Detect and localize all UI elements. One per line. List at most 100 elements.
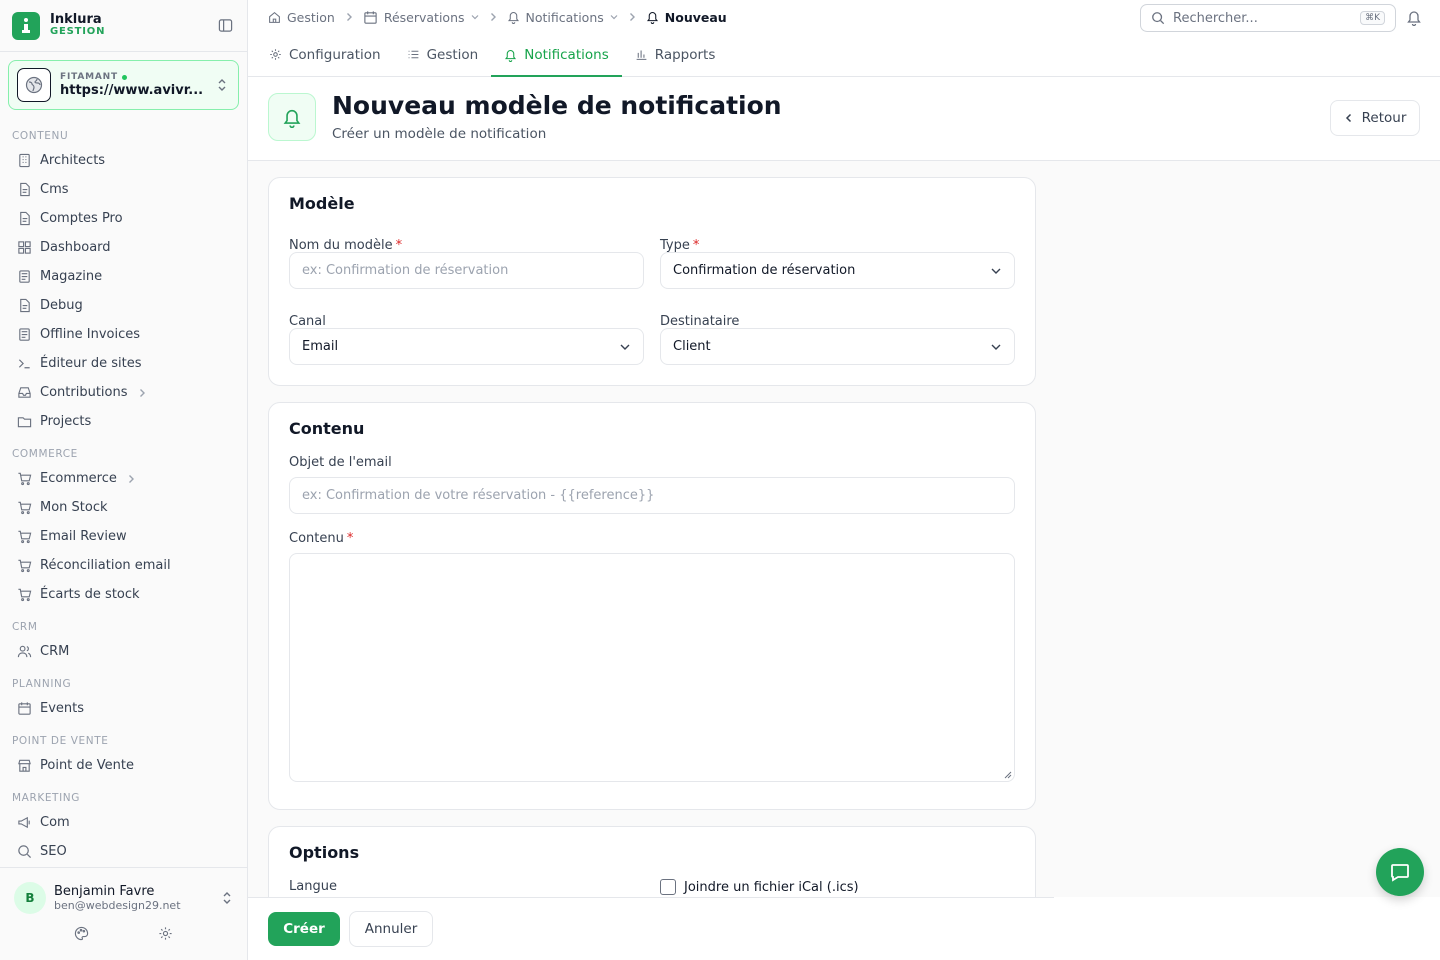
- chevron-right-icon: [138, 388, 146, 398]
- gear-icon[interactable]: [158, 926, 173, 941]
- chat-button[interactable]: [1376, 848, 1424, 896]
- sidebar-item-crm[interactable]: CRM: [0, 637, 247, 666]
- breadcrumb-item-notifications[interactable]: Notifications: [507, 10, 618, 25]
- cart-icon: [16, 529, 32, 545]
- globe-icon: [17, 68, 51, 102]
- chevron-up-down-icon: [216, 78, 230, 92]
- sidebar-item-events[interactable]: Events: [0, 694, 247, 723]
- canal-value: Email: [302, 339, 339, 354]
- sidebar-item-label: CRM: [40, 644, 70, 659]
- palette-icon[interactable]: [74, 926, 89, 941]
- sidebar-item-mon-stock[interactable]: Mon Stock: [0, 493, 247, 522]
- breadcrumb-item-gestion[interactable]: Gestion: [268, 10, 335, 25]
- search-input[interactable]: Rechercher... ⌘K: [1140, 4, 1396, 32]
- sidebar-item-label: Dashboard: [40, 240, 111, 255]
- template-name-input[interactable]: ex: Confirmation de réservation: [289, 252, 644, 289]
- cart-icon: [16, 500, 32, 516]
- sidebar-item-debug[interactable]: Debug: [0, 291, 247, 320]
- chevron-down-icon: [990, 267, 1002, 275]
- page-header: Nouveau modèle de notification Créer un …: [248, 77, 1440, 161]
- card-title: Options: [289, 843, 360, 862]
- search-icon: [1151, 11, 1165, 25]
- card-title: Contenu: [289, 419, 365, 438]
- breadcrumb-label: Réservations: [383, 9, 465, 25]
- tab-label: Gestion: [426, 46, 479, 63]
- sidebar-item-comptes-pro[interactable]: Comptes Pro: [0, 204, 247, 233]
- language-label: Langue: [289, 879, 337, 894]
- user-menu[interactable]: B Benjamin Favre ben@webdesign29.net: [0, 868, 247, 914]
- sidebar-nav: CONTENU Architects Cms Comptes Pro Dashboard…: [0, 118, 247, 866]
- sidebar-item-reconciliation-email[interactable]: Réconciliation email: [0, 551, 247, 580]
- sidebar-item-projects[interactable]: Projects: [0, 407, 247, 436]
- type-label: Type *: [660, 238, 700, 253]
- cart-icon: [16, 471, 32, 487]
- chevron-down-icon[interactable]: [471, 14, 479, 20]
- card-contenu: Contenu Objet de l'email ex: Confirmatio…: [268, 402, 1036, 810]
- page-title: Nouveau modèle de notification: [332, 91, 782, 120]
- sidebar-item-seo[interactable]: SEO: [0, 837, 247, 866]
- bell-icon[interactable]: [1406, 9, 1422, 26]
- store-icon: [16, 758, 32, 774]
- breadcrumb-label: Nouveau: [664, 9, 727, 25]
- sidebar-item-contributions[interactable]: Contributions: [0, 378, 247, 407]
- breadcrumb-item-nouveau: Nouveau: [646, 10, 727, 25]
- nav-section-title: MARKETING: [12, 792, 80, 804]
- site-switcher[interactable]: FITAMANT https://www.avivr...: [8, 60, 239, 110]
- bell-icon: [507, 10, 520, 24]
- sidebar-item-label: Magazine: [40, 269, 103, 284]
- sidebar-item-cms[interactable]: Cms: [0, 175, 247, 204]
- create-button[interactable]: Créer: [268, 912, 340, 946]
- sidebar-item-architects[interactable]: Architects: [0, 146, 247, 175]
- body-label: Contenu *: [289, 531, 354, 546]
- tab-notifications[interactable]: Notifications: [491, 34, 622, 77]
- ical-checkbox[interactable]: [660, 879, 676, 895]
- status-dot: [121, 74, 127, 80]
- sidebar-item-ecarts-de-stock[interactable]: Écarts de stock: [0, 580, 247, 609]
- sidebar-item-com[interactable]: Com: [0, 808, 247, 837]
- back-button[interactable]: Retour: [1330, 100, 1420, 136]
- sidebar-item-ecommerce[interactable]: Ecommerce: [0, 464, 247, 493]
- cancel-button[interactable]: Annuler: [349, 911, 433, 947]
- content-textarea[interactable]: [289, 553, 1015, 782]
- email-subject-placeholder: ex: Confirmation de votre réservation - …: [302, 488, 655, 503]
- sidebar-item-email-review[interactable]: Email Review: [0, 522, 247, 551]
- type-select[interactable]: Confirmation de réservation: [660, 252, 1015, 289]
- form-footer: Créer Annuler: [248, 897, 1054, 960]
- search-shortcut: ⌘K: [1360, 11, 1385, 25]
- ical-checkbox-row[interactable]: Joindre un fichier iCal (.ics): [660, 879, 859, 895]
- sidebar-item-label: Comptes Pro: [40, 211, 123, 226]
- tab-rapports[interactable]: Rapports: [622, 34, 729, 77]
- breadcrumb-label: Notifications: [525, 9, 604, 25]
- sidebar-item-magazine[interactable]: Magazine: [0, 262, 247, 291]
- recipient-select[interactable]: Client: [660, 328, 1015, 365]
- cart-icon: [16, 587, 32, 603]
- sidebar-item-editeur-de-sites[interactable]: Éditeur de sites: [0, 349, 247, 378]
- sidebar-item-label: Com: [40, 815, 70, 830]
- sidebar-toggle-icon[interactable]: [215, 16, 235, 36]
- folder-icon: [16, 414, 32, 430]
- breadcrumb-item-reservations[interactable]: Réservations: [363, 10, 479, 25]
- chevron-down-icon: [619, 343, 631, 351]
- recipient-value: Client: [673, 339, 711, 354]
- sidebar-item-point-de-vente[interactable]: Point de Vente: [0, 751, 247, 780]
- tab-label: Configuration: [289, 46, 381, 63]
- breadcrumb: Gestion Réservations Notifications Nouveau: [268, 10, 727, 25]
- brand-logo-icon[interactable]: [12, 11, 40, 40]
- sidebar-item-label: Events: [40, 701, 85, 716]
- canal-select[interactable]: Email: [289, 328, 644, 365]
- resize-handle-icon[interactable]: [1003, 770, 1012, 779]
- chevron-right-icon: [489, 12, 497, 22]
- tab-configuration[interactable]: Configuration: [256, 34, 394, 77]
- chevron-down-icon[interactable]: [610, 14, 618, 20]
- list-icon: [407, 48, 420, 61]
- nav-section-title: CONTENU: [12, 130, 69, 142]
- tab-gestion[interactable]: Gestion: [394, 34, 492, 77]
- grid-icon: [16, 240, 32, 256]
- users-icon: [16, 644, 32, 660]
- sidebar-item-dashboard[interactable]: Dashboard: [0, 233, 247, 262]
- sidebar-item-offline-invoices[interactable]: Offline Invoices: [0, 320, 247, 349]
- email-subject-input[interactable]: ex: Confirmation de votre réservation - …: [289, 477, 1015, 514]
- tab-label: Rapports: [654, 46, 716, 63]
- brand: Inklura GESTION: [0, 0, 247, 52]
- sidebar-item-label: Architects: [40, 153, 106, 168]
